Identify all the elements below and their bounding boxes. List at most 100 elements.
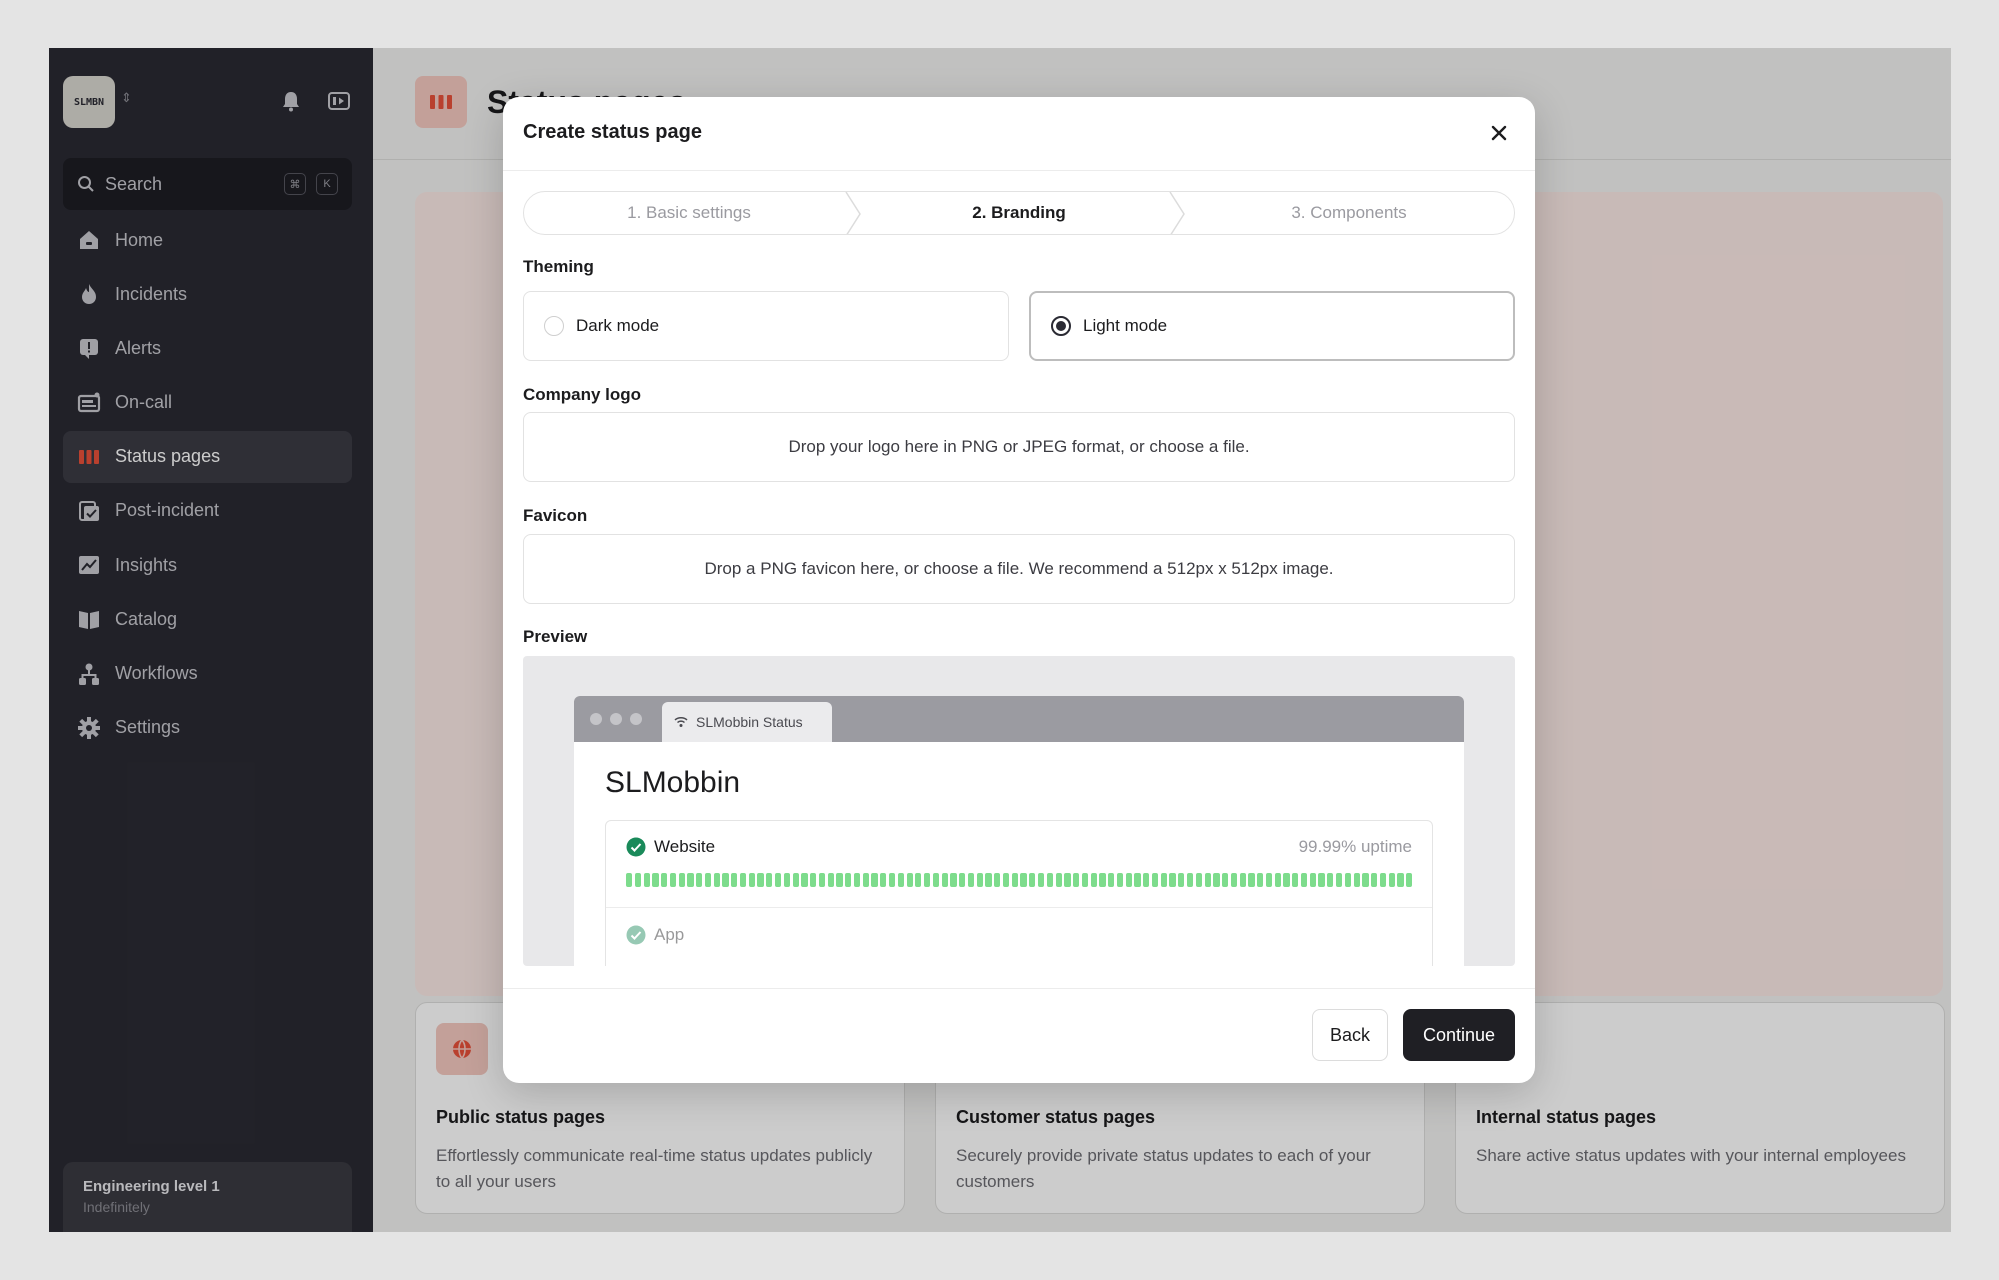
browser-tab: SLMobbin Status (662, 702, 832, 742)
step-components[interactable]: 3. Components (1184, 192, 1514, 234)
uptime-bar (1160, 873, 1167, 887)
step-branding[interactable]: 2. Branding (854, 192, 1184, 234)
uptime-bar (643, 873, 650, 887)
check-circle-icon (626, 837, 646, 857)
uptime-bar (1406, 873, 1413, 887)
uptime-bar (1239, 873, 1246, 887)
create-status-page-modal: Create status page 1. Basic settings 2. … (503, 97, 1535, 1083)
uptime-bar (1116, 873, 1124, 887)
uptime-bar (985, 873, 992, 887)
uptime-bar (1265, 873, 1273, 887)
uptime-bar (1055, 873, 1062, 887)
uptime-bar (810, 873, 817, 887)
light-mode-radio[interactable] (1051, 316, 1071, 336)
uptime-bar (836, 873, 843, 887)
uptime-bar (1125, 873, 1132, 887)
uptime-bar (994, 873, 1001, 887)
uptime-bar (652, 873, 659, 887)
step-indicator: 1. Basic settings 2. Branding 3. Compone… (523, 191, 1515, 235)
uptime-bar (959, 873, 966, 887)
uptime-bar (1353, 873, 1360, 887)
uptime-bar (661, 873, 668, 887)
preview-browser-window: SLMobbin Status SLMobbin Website 99.99% … (574, 696, 1464, 966)
wifi-icon (674, 717, 688, 727)
component-row-website: Website 99.99% uptime (626, 837, 1412, 857)
uptime-bar (915, 873, 922, 887)
uptime-bar (906, 873, 913, 887)
uptime-bar (634, 873, 641, 887)
dark-mode-option[interactable]: Dark mode (523, 291, 1009, 361)
uptime-bar (1169, 873, 1176, 887)
uptime-bar (1300, 873, 1308, 887)
component-name: Website (654, 837, 716, 856)
continue-button[interactable]: Continue (1403, 1009, 1515, 1061)
uptime-bar (713, 873, 720, 887)
uptime-bar (880, 873, 887, 887)
browser-tab-bar: SLMobbin Status (574, 696, 1464, 742)
uptime-bar (1274, 873, 1281, 887)
uptime-bar (1195, 873, 1202, 887)
uptime-bar (1073, 873, 1080, 887)
light-mode-option[interactable]: Light mode (1029, 291, 1515, 361)
uptime-bar (1064, 873, 1071, 887)
uptime-bar (1283, 873, 1290, 887)
browser-tab-title: SLMobbin Status (696, 714, 803, 730)
uptime-bar (818, 873, 826, 887)
uptime-bar (950, 873, 957, 887)
uptime-bar (871, 873, 878, 887)
step-separator-chevron-icon (1169, 192, 1185, 234)
uptime-bar (1362, 873, 1369, 887)
uptime-bar (1046, 873, 1053, 887)
back-button[interactable]: Back (1312, 1009, 1388, 1061)
uptime-bar (1222, 873, 1229, 887)
modal-title: Create status page (523, 121, 702, 143)
uptime-bar (801, 873, 808, 887)
uptime-bar (924, 873, 931, 887)
step-basic-settings[interactable]: 1. Basic settings (524, 192, 854, 234)
uptime-bar (1309, 873, 1316, 887)
uptime-bar (1292, 873, 1299, 887)
favicon-label: Favicon (523, 506, 588, 525)
uptime-bar (1134, 873, 1141, 887)
uptime-bar (1388, 873, 1395, 887)
uptime-bar (1143, 873, 1150, 887)
close-icon[interactable] (1489, 123, 1509, 143)
window-dot (590, 713, 602, 725)
uptime-bar (1002, 873, 1010, 887)
window-dot (610, 713, 622, 725)
uptime-bar (862, 873, 869, 887)
dropzone-text: Drop a PNG favicon here, or choose a fil… (704, 559, 1334, 578)
uptime-bar (1151, 873, 1159, 887)
uptime-bar (941, 873, 948, 887)
uptime-bar (932, 873, 940, 887)
uptime-bar (1081, 873, 1089, 887)
uptime-bar (1230, 873, 1238, 887)
component-uptime: 99.99% uptime (1298, 837, 1412, 856)
theming-label: Theming (523, 257, 594, 276)
uptime-bar (827, 873, 834, 887)
preview-page-title: SLMobbin (605, 766, 741, 799)
uptime-bar (897, 873, 904, 887)
dropzone-text: Drop your logo here in PNG or JPEG forma… (788, 437, 1250, 456)
uptime-bar (1204, 873, 1211, 887)
uptime-bar (783, 873, 790, 887)
status-page-preview: SLMobbin Status SLMobbin Website 99.99% … (523, 656, 1515, 966)
favicon-dropzone[interactable]: Drop a PNG favicon here, or choose a fil… (523, 534, 1515, 604)
uptime-bar (967, 873, 975, 887)
check-circle-icon (626, 925, 646, 945)
uptime-bar (731, 873, 738, 887)
uptime-bar (1187, 873, 1194, 887)
uptime-bar (1108, 873, 1115, 887)
dark-mode-radio[interactable] (544, 316, 564, 336)
uptime-bar (1248, 873, 1255, 887)
divider (606, 907, 1432, 908)
uptime-bar (626, 873, 633, 887)
component-row-app: App (626, 925, 1412, 945)
uptime-bar (1090, 873, 1097, 887)
uptime-bar (766, 873, 773, 887)
uptime-bar (888, 873, 896, 887)
step-separator-chevron-icon (845, 192, 861, 234)
uptime-bar (1327, 873, 1334, 887)
company-logo-label: Company logo (523, 385, 642, 404)
company-logo-dropzone[interactable]: Drop your logo here in PNG or JPEG forma… (523, 412, 1515, 482)
